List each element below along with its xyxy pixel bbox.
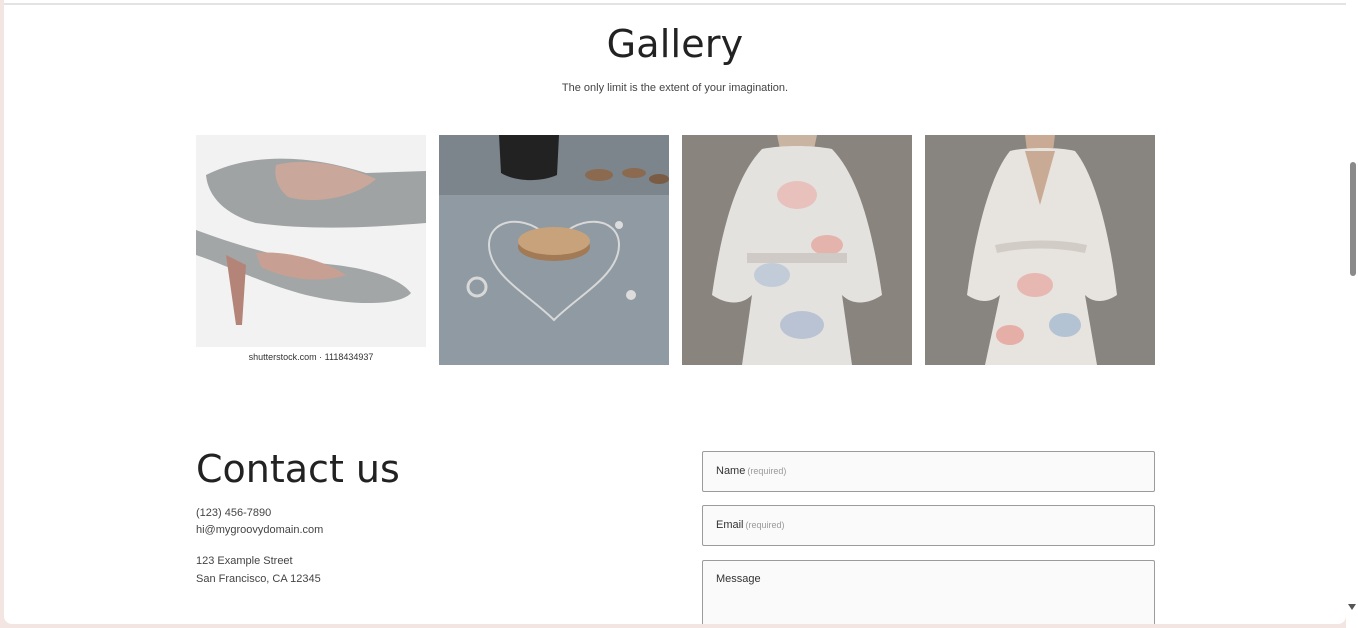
image-caption: shutterstock.com · 1118434937 bbox=[249, 352, 374, 362]
scrollbar-thumb[interactable] bbox=[1350, 162, 1356, 276]
name-field[interactable]: Name (required) bbox=[702, 451, 1155, 492]
contact-title: Contact us bbox=[196, 447, 400, 491]
scrollbar[interactable] bbox=[1346, 0, 1358, 628]
gallery-image-dress-2[interactable] bbox=[925, 135, 1155, 365]
gallery-image-necklace[interactable] bbox=[439, 135, 669, 365]
email-field-label: Email (required) bbox=[716, 519, 785, 531]
contact-email[interactable]: hi@mygroovydomain.com bbox=[196, 522, 323, 539]
gallery-image-heels[interactable]: shutterstock.com · 1118434937 bbox=[196, 135, 426, 365]
gallery-title: Gallery bbox=[606, 22, 744, 66]
page: Gallery The only limit is the extent of … bbox=[4, 0, 1346, 624]
contact-street: 123 Example Street bbox=[196, 555, 293, 567]
message-field[interactable]: Message bbox=[702, 560, 1155, 624]
email-field[interactable]: Email (required) bbox=[702, 505, 1155, 546]
contact-phone: (123) 456-7890 bbox=[196, 507, 272, 519]
scroll-down-arrow-icon[interactable] bbox=[1348, 604, 1356, 610]
top-divider bbox=[4, 3, 1346, 5]
gallery-subtitle: The only limit is the extent of your ima… bbox=[561, 82, 789, 94]
contact-city: San Francisco, CA 12345 bbox=[196, 573, 321, 585]
message-field-label: Message bbox=[716, 573, 761, 585]
gallery-image-dress-1[interactable] bbox=[682, 135, 912, 365]
name-field-label: Name (required) bbox=[716, 465, 787, 477]
